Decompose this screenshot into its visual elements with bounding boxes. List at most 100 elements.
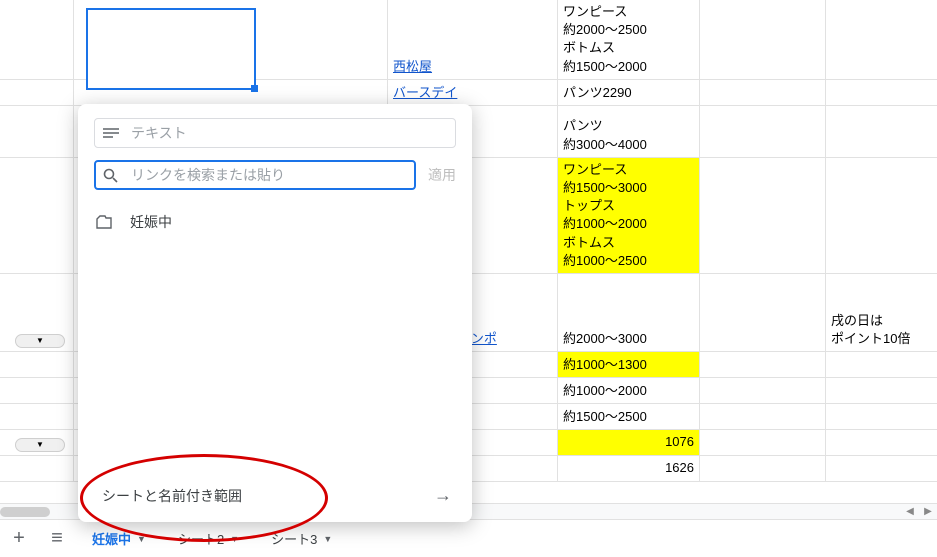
cell[interactable] <box>0 106 74 157</box>
cell[interactable] <box>826 158 936 273</box>
cell[interactable] <box>700 456 826 481</box>
cell-text: 約1000～2000 <box>563 215 694 233</box>
cell[interactable]: 約1000～2000 <box>558 378 700 403</box>
cell[interactable] <box>700 404 826 429</box>
cell-text: ワンピース <box>563 161 694 179</box>
table-row: 西松屋ワンピース約2000～2500ボトムス約1500～2000 <box>0 0 937 80</box>
store-link[interactable]: バースデイ <box>393 84 552 102</box>
link-suggestion-label: 妊娠中 <box>130 212 172 232</box>
cell-text: 約2000～3000 <box>563 330 694 348</box>
sheet-tab-icon <box>96 215 118 229</box>
cell[interactable] <box>700 106 826 157</box>
text-icon <box>103 127 121 139</box>
cell[interactable] <box>0 80 74 105</box>
cell[interactable] <box>826 0 936 79</box>
cell-text: トップス <box>563 197 694 215</box>
cell[interactable] <box>826 106 936 157</box>
cell-text: ポイント10倍 <box>831 330 931 348</box>
cell[interactable] <box>0 456 74 481</box>
cell[interactable] <box>74 0 388 79</box>
cell[interactable] <box>0 378 74 403</box>
add-sheet-button[interactable]: + <box>0 527 38 550</box>
scrollbar-thumb[interactable] <box>0 507 50 517</box>
cell[interactable] <box>700 352 826 377</box>
cell[interactable] <box>826 378 936 403</box>
cell[interactable]: パンツ2290 <box>558 80 700 105</box>
cell[interactable] <box>826 430 936 455</box>
cell[interactable]: 約1000～1300 <box>558 352 700 377</box>
tab-sheet-1[interactable]: 妊娠中 ▼ <box>80 523 158 554</box>
cell[interactable] <box>826 352 936 377</box>
tab-label: シート2 <box>178 529 224 548</box>
cell[interactable] <box>700 80 826 105</box>
cell[interactable] <box>700 0 826 79</box>
cell[interactable]: バースデイ <box>388 80 558 105</box>
cell[interactable] <box>700 158 826 273</box>
cell[interactable] <box>700 274 826 351</box>
cell[interactable]: ワンピース約1500～3000トップス約1000～2000ボトムス約1000～2… <box>558 158 700 273</box>
cell-text: 約1000～1300 <box>563 356 694 374</box>
sheets-named-ranges-button[interactable]: シートと名前付き範囲 → <box>94 475 456 512</box>
cell[interactable]: ▼ <box>0 274 74 351</box>
cell-text: パンツ <box>563 117 694 135</box>
cell-text: パンツ2290 <box>563 84 694 102</box>
tab-label: 妊娠中 <box>92 529 131 548</box>
cell-text: ボトムス <box>563 39 694 57</box>
arrow-right-icon: → <box>434 485 452 506</box>
chevron-down-icon[interactable]: ▼ <box>230 534 239 544</box>
all-sheets-button[interactable]: ≡ <box>38 527 76 550</box>
link-text-input[interactable] <box>131 125 447 141</box>
cell[interactable]: 約2000～3000 <box>558 274 700 351</box>
cell[interactable] <box>826 456 936 481</box>
search-icon <box>103 168 121 183</box>
cell-text: 約1000～2000 <box>563 382 694 400</box>
cell-text: 約1000～2500 <box>563 252 694 270</box>
cell[interactable]: 戌の日はポイント10倍 <box>826 274 936 351</box>
tab-sheet-3[interactable]: シート3 ▼ <box>259 523 344 554</box>
store-link[interactable]: 西松屋 <box>393 58 552 76</box>
chevron-down-icon[interactable]: ▼ <box>137 534 146 544</box>
group-toggle-button[interactable]: ▼ <box>15 334 65 348</box>
cell[interactable]: パンツ約3000～4000 <box>558 106 700 157</box>
cell-text: 約2000～2500 <box>563 21 694 39</box>
chevron-down-icon[interactable]: ▼ <box>323 534 332 544</box>
cell-text: 1626 <box>563 459 694 477</box>
cell[interactable]: ワンピース約2000～2500ボトムス約1500～2000 <box>558 0 700 79</box>
link-suggestion-sheet[interactable]: 妊娠中 <box>94 204 456 240</box>
tab-sheet-2[interactable]: シート2 ▼ <box>166 523 251 554</box>
scroll-right-icon[interactable]: ▶ <box>919 506 937 517</box>
cell[interactable]: 1626 <box>558 456 700 481</box>
sheet-tab-bar: + ≡ 妊娠中 ▼ シート2 ▼ シート3 ▼ <box>0 519 937 557</box>
cell-text: 約1500～2500 <box>563 408 694 426</box>
cell-text: ボトムス <box>563 234 694 252</box>
cell[interactable]: ▼ <box>0 430 74 455</box>
link-search-field-wrapper[interactable] <box>94 160 416 190</box>
cell[interactable] <box>826 404 936 429</box>
link-text-field-wrapper[interactable] <box>94 118 456 148</box>
cell[interactable] <box>700 378 826 403</box>
link-search-input[interactable] <box>131 167 407 183</box>
cell[interactable]: 1076 <box>558 430 700 455</box>
cell-text: 戌の日は <box>831 312 931 330</box>
scroll-left-icon[interactable]: ◀ <box>901 506 919 517</box>
cell-text: 1076 <box>563 433 694 451</box>
cell-text: 約3000～4000 <box>563 136 694 154</box>
apply-button[interactable]: 適用 <box>428 165 456 185</box>
cell-text: ワンピース <box>563 3 694 21</box>
cell-text: 約1500～3000 <box>563 179 694 197</box>
cell[interactable] <box>0 352 74 377</box>
insert-link-popover: 適用 妊娠中 シートと名前付き範囲 → <box>78 104 472 522</box>
tab-label: シート3 <box>271 529 317 548</box>
cell[interactable] <box>0 0 74 79</box>
table-row: バースデイパンツ2290 <box>0 80 937 106</box>
cell-text: 約1500～2000 <box>563 58 694 76</box>
group-toggle-button[interactable]: ▼ <box>15 438 65 452</box>
cell[interactable] <box>826 80 936 105</box>
cell[interactable] <box>0 158 74 273</box>
cell[interactable] <box>74 80 388 105</box>
cell[interactable] <box>0 404 74 429</box>
cell[interactable] <box>700 430 826 455</box>
sheets-named-ranges-label: シートと名前付き範囲 <box>102 486 242 506</box>
cell[interactable]: 約1500～2500 <box>558 404 700 429</box>
cell[interactable]: 西松屋 <box>388 0 558 79</box>
